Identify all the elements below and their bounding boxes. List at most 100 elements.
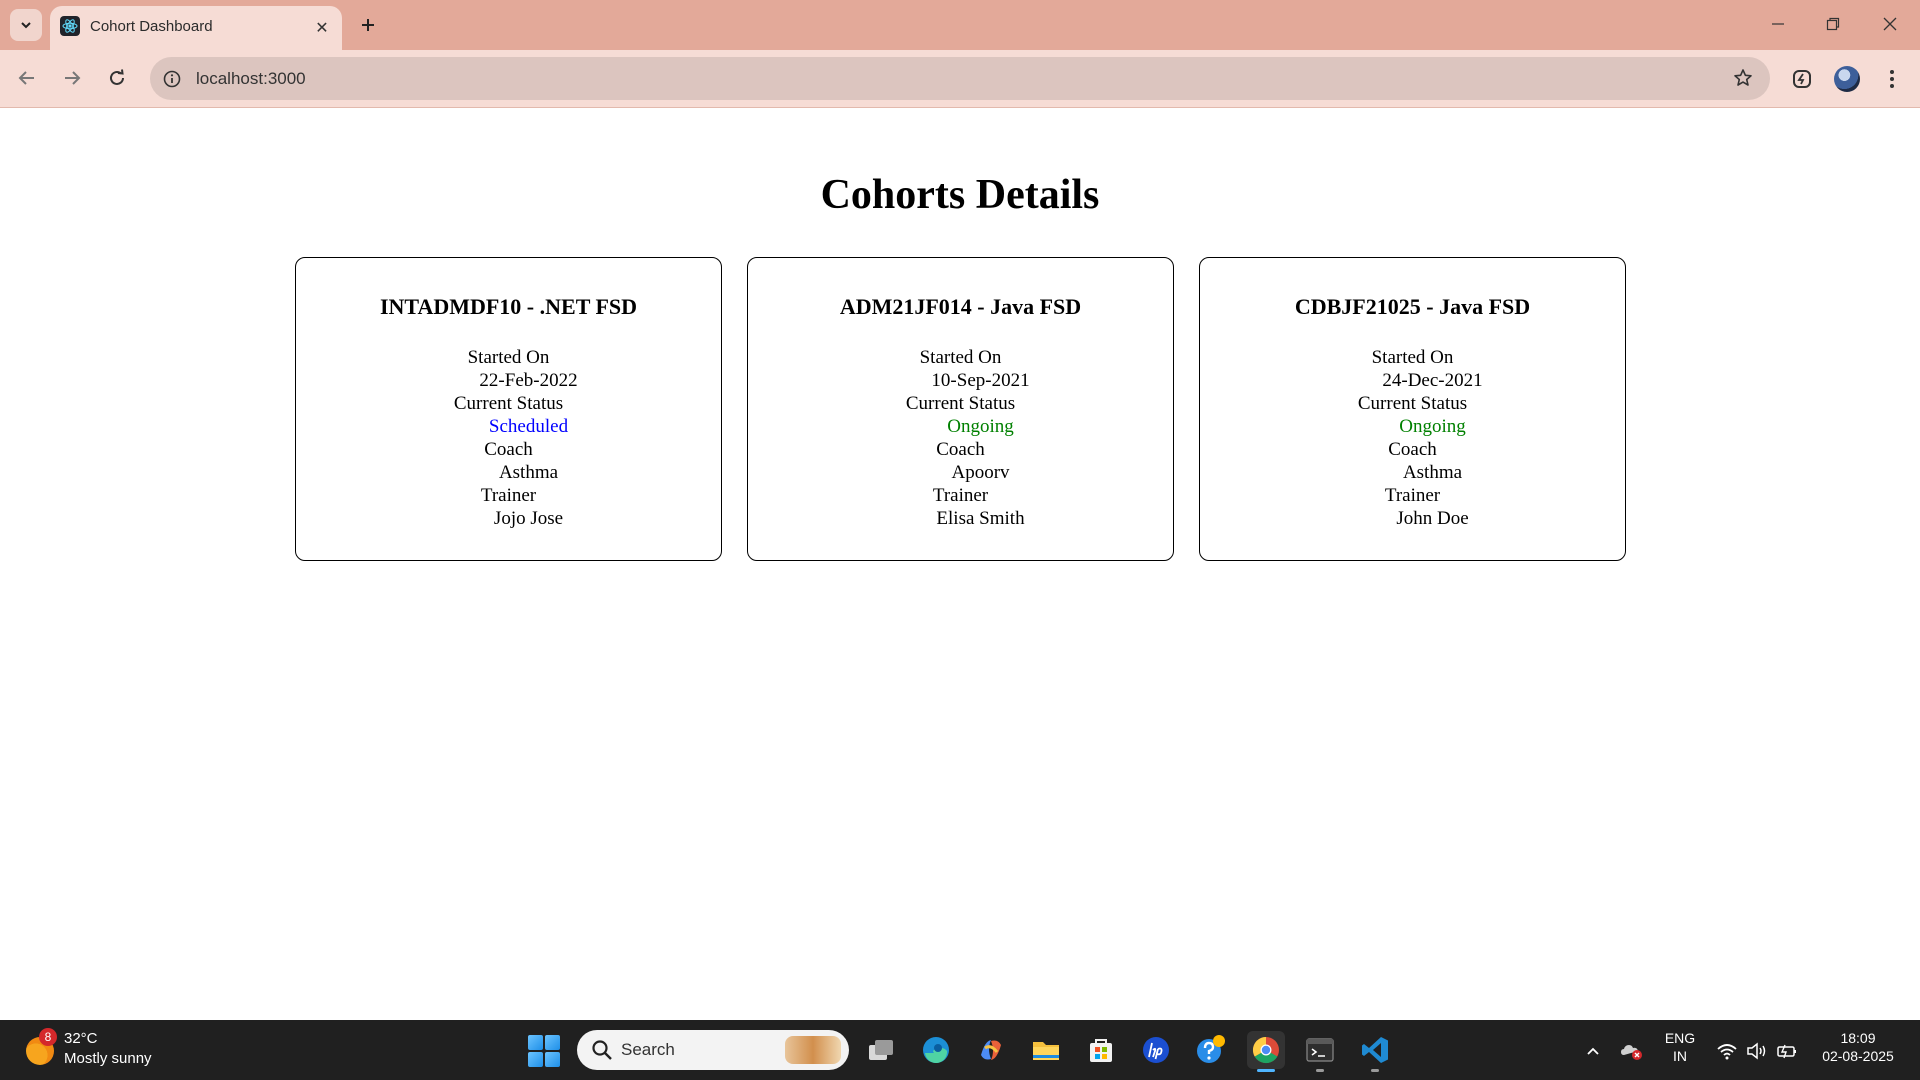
close-icon [1883, 17, 1897, 31]
windows-logo-icon [528, 1035, 543, 1050]
running-indicator [1257, 1069, 1275, 1072]
status-value: Ongoing [1399, 416, 1466, 437]
info-icon[interactable] [160, 67, 183, 90]
extension-icon[interactable] [1785, 62, 1819, 96]
minimize-button[interactable] [1755, 6, 1801, 42]
close-window-button[interactable] [1867, 6, 1913, 42]
browser-tabstrip: Cohort Dashboard ✕ [0, 0, 1920, 50]
avatar [1834, 66, 1860, 92]
more-vert-icon [1890, 70, 1894, 88]
coach-label: Coach [484, 439, 533, 460]
language-indicator[interactable]: ENG IN [1660, 1030, 1700, 1064]
started-value: 10-Sep-2021 [931, 370, 1030, 391]
cohort-details: Started On 24-Dec-2021 Current Status On… [1200, 346, 1625, 530]
forward-button[interactable] [55, 61, 89, 95]
start-button[interactable] [528, 1035, 560, 1067]
cohort-card: ADM21JF014 - Java FSD Started On 10-Sep-… [747, 257, 1174, 561]
hp-icon[interactable] [1137, 1031, 1175, 1069]
chevron-up-icon[interactable] [1581, 1039, 1605, 1063]
vscode-icon[interactable] [1356, 1031, 1394, 1072]
star-icon[interactable] [1732, 67, 1754, 89]
reload-icon [110, 69, 124, 85]
page-content: Cohorts Details INTADMDF10 - .NET FSD St… [0, 109, 1920, 1020]
chevron-down-icon [21, 22, 31, 29]
status-label: Current Status [1357, 393, 1468, 414]
trainer-label: Trainer [480, 485, 537, 506]
weather-temp: 32°C [64, 1030, 98, 1047]
running-indicator [1371, 1069, 1379, 1072]
status-value: Scheduled [488, 416, 569, 437]
started-value: 24-Dec-2021 [1382, 370, 1483, 391]
terminal-icon[interactable] [1301, 1031, 1339, 1072]
tab-cohort-dashboard[interactable]: Cohort Dashboard ✕ [50, 6, 342, 50]
react-icon [60, 16, 80, 36]
url-text[interactable]: localhost:3000 [196, 69, 306, 89]
restore-icon [1826, 17, 1840, 31]
coach-value: Asthma [1402, 462, 1463, 483]
language-code: ENG [1664, 1030, 1696, 1046]
reload-button[interactable] [100, 61, 134, 95]
coach-value: Asthma [498, 462, 559, 483]
menu-button[interactable] [1875, 62, 1909, 96]
weather-desc: Mostly sunny [64, 1050, 152, 1067]
status-label: Current Status [453, 393, 564, 414]
cohort-cards: INTADMDF10 - .NET FSD Started On 22-Feb-… [295, 257, 1627, 561]
volume-icon[interactable] [1745, 1039, 1769, 1063]
taskbar-search[interactable]: Search [577, 1030, 849, 1070]
minimize-icon [1772, 23, 1784, 25]
tab-title: Cohort Dashboard [90, 18, 213, 35]
trainer-value: Jojo Jose [493, 508, 564, 529]
tab-list-button[interactable] [10, 9, 42, 41]
cohort-title: INTADMDF10 - .NET FSD [379, 294, 638, 319]
trainer-value: John Doe [1396, 508, 1469, 529]
new-tab-button[interactable] [353, 10, 383, 40]
cohort-details: Started On 22-Feb-2022 Current Status Sc… [296, 346, 721, 530]
wifi-icon[interactable] [1715, 1039, 1739, 1063]
plus-icon [362, 19, 374, 31]
browser-toolbar: localhost:3000 [0, 50, 1920, 108]
search-icon [592, 1040, 612, 1060]
profile-avatar[interactable] [1830, 62, 1864, 96]
clock-date: 02-08-2025 [1822, 1048, 1894, 1064]
language-region: IN [1673, 1048, 1687, 1064]
cohort-details: Started On 10-Sep-2021 Current Status On… [748, 346, 1173, 530]
status-label: Current Status [905, 393, 1016, 414]
search-highlight-image [785, 1036, 841, 1064]
taskbar: 8 32°C Mostly sunny Search ENG IN 18:09 … [0, 1020, 1920, 1080]
battery-icon[interactable] [1775, 1039, 1799, 1063]
chrome-icon[interactable] [1247, 1031, 1285, 1072]
cohort-title: ADM21JF014 - Java FSD [839, 294, 1082, 319]
arrow-left-icon [18, 71, 34, 85]
store-icon[interactable] [1082, 1031, 1120, 1069]
running-indicator [1316, 1069, 1324, 1072]
cohort-card: INTADMDF10 - .NET FSD Started On 22-Feb-… [295, 257, 722, 561]
trainer-label: Trainer [1384, 485, 1441, 506]
help-icon[interactable] [1192, 1031, 1230, 1069]
started-label: Started On [1371, 347, 1454, 368]
started-label: Started On [919, 347, 1002, 368]
weather-badge: 8 [39, 1028, 57, 1046]
started-value: 22-Feb-2022 [479, 370, 578, 391]
arrow-right-icon [65, 71, 81, 85]
coach-value: Apoorv [951, 462, 1010, 483]
cohort-title: CDBJF21025 - Java FSD [1294, 294, 1531, 319]
trainer-value: Elisa Smith [936, 508, 1025, 529]
onedrive-error-icon[interactable] [1620, 1039, 1644, 1063]
started-label: Started On [467, 347, 550, 368]
copilot-icon[interactable] [972, 1031, 1010, 1069]
back-button[interactable] [10, 61, 44, 95]
task-view-icon[interactable] [862, 1031, 900, 1069]
restore-button[interactable] [1810, 6, 1856, 42]
clock[interactable]: 18:09 02-08-2025 [1808, 1030, 1908, 1064]
coach-label: Coach [1388, 439, 1437, 460]
edge-icon[interactable] [917, 1031, 955, 1069]
search-label: Search [621, 1040, 675, 1059]
address-bar[interactable]: localhost:3000 [150, 57, 1770, 100]
trainer-label: Trainer [932, 485, 989, 506]
folder-icon[interactable] [1027, 1031, 1065, 1069]
clock-time: 18:09 [1840, 1030, 1876, 1046]
coach-label: Coach [936, 439, 985, 460]
close-icon[interactable]: ✕ [312, 18, 332, 38]
page-title: Cohorts Details [820, 172, 1100, 218]
cohort-card: CDBJF21025 - Java FSD Started On 24-Dec-… [1199, 257, 1626, 561]
